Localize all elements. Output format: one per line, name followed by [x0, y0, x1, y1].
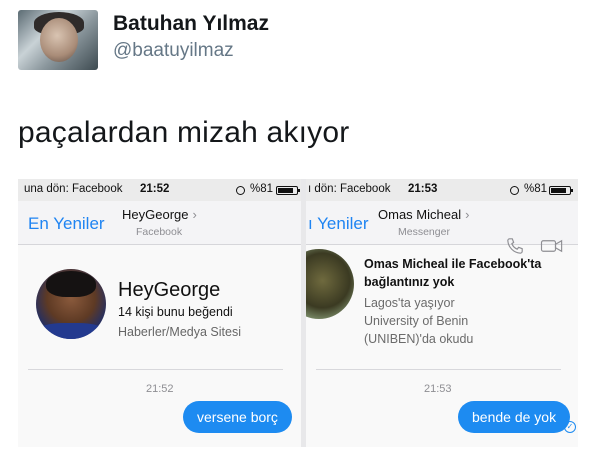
status-time: 21:52 — [140, 183, 170, 195]
status-bar: ı dön: Facebook 21:53 %81 — [306, 179, 578, 201]
back-button[interactable]: En Yeniler — [28, 214, 105, 234]
profile-category: Haberler/Medya Sitesi — [118, 325, 241, 339]
divider — [316, 369, 561, 370]
nav-title[interactable]: HeyGeorge › — [122, 207, 197, 222]
nav-title-text: HeyGeorge — [122, 207, 189, 222]
attached-image[interactable]: una dön: Facebook 21:52 %81 En Yeniler H… — [18, 179, 578, 447]
screenshot-left: una dön: Facebook 21:52 %81 En Yeniler H… — [18, 179, 301, 447]
connection-info-line2: bağlantınız yok — [364, 275, 455, 289]
nav-title-text: Omas Micheal — [378, 207, 462, 222]
video-camera-icon[interactable] — [540, 239, 564, 253]
chat-timestamp: 21:52 — [146, 383, 174, 395]
nav-subtitle: Messenger — [398, 226, 450, 238]
nav-subtitle: Facebook — [136, 226, 183, 238]
profile-picture-hair — [46, 271, 96, 297]
avatar[interactable] — [18, 10, 98, 70]
user-handle[interactable]: @baatuyilmaz — [113, 40, 234, 62]
battery-percent: %81 — [524, 183, 548, 195]
battery-icon — [549, 186, 573, 195]
status-back-link: una dön: Facebook — [24, 183, 123, 195]
profile-picture[interactable] — [306, 249, 354, 319]
alarm-icon — [510, 186, 519, 195]
detail-location: Lagos'ta yaşıyor — [364, 296, 455, 310]
phone-icon[interactable] — [506, 237, 524, 255]
detail-education-1: University of Benin — [364, 314, 469, 328]
chat-timestamp: 21:53 — [424, 383, 452, 395]
profile-name: HeyGeorge — [118, 279, 221, 301]
status-bar: una dön: Facebook 21:52 %81 — [18, 179, 301, 201]
display-name[interactable]: Batuhan Yılmaz — [113, 12, 269, 36]
status-back-link: ı dön: Facebook — [308, 183, 391, 195]
chevron-right-icon: › — [192, 207, 197, 222]
nav-bar: ı Yeniler Omas Micheal › Messenger — [306, 201, 578, 254]
avatar-face — [40, 18, 78, 62]
chevron-right-icon: › — [465, 207, 470, 222]
profile-likes: 14 kişi bunu beğendi — [118, 305, 233, 319]
battery-icon — [276, 186, 300, 195]
divider — [28, 369, 283, 370]
nav-bar: En Yeniler HeyGeorge › Facebook — [18, 201, 301, 245]
nav-title[interactable]: Omas Micheal › — [378, 207, 469, 222]
detail-education-2: (UNIBEN)'da okudu — [364, 332, 474, 346]
alarm-icon — [236, 186, 245, 195]
back-button[interactable]: ı Yeniler — [308, 214, 369, 234]
status-time: 21:53 — [408, 183, 438, 195]
screenshot-right: ı dön: Facebook 21:53 %81 ı Yeniler Omas… — [306, 179, 578, 447]
tweet-text: paçalardan mizah akıyor — [18, 116, 350, 149]
profile-picture[interactable] — [36, 269, 106, 339]
tweet-header: Batuhan Yılmaz @baatuyilmaz — [18, 10, 578, 72]
message-bubble[interactable]: bende de yok — [458, 401, 571, 433]
profile-picture-shirt — [36, 323, 106, 339]
battery-percent: %81 — [250, 183, 274, 195]
seen-check-icon: ✓ — [564, 421, 576, 433]
message-bubble[interactable]: versene borç — [183, 401, 292, 433]
connection-info-line1: Omas Micheal ile Facebook'ta — [364, 257, 542, 271]
